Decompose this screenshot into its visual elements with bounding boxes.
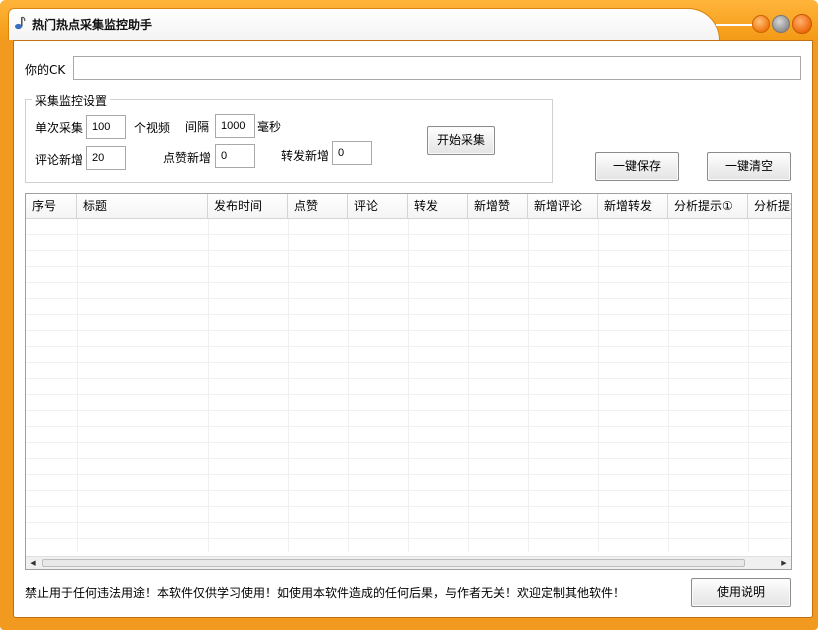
table-header: 序号 标题 发布时间 点赞 评论 转发 新增赞 新增评论 新增转发 分析提示① … <box>26 194 791 219</box>
data-table[interactable]: 序号 标题 发布时间 点赞 评论 转发 新增赞 新增评论 新增转发 分析提示① … <box>25 193 792 570</box>
grid-line <box>408 219 409 552</box>
minimize-icon[interactable] <box>752 15 770 33</box>
column-header-analysis-hint-1[interactable]: 分析提示① <box>668 194 748 219</box>
help-button[interactable]: 使用说明 <box>691 578 791 607</box>
column-header-new-comments[interactable]: 新增评论 <box>528 194 598 219</box>
grid-line <box>528 219 529 552</box>
column-header-new-likes[interactable]: 新增赞 <box>468 194 528 219</box>
settings-group-title: 采集监控设置 <box>32 92 111 109</box>
video-unit-label: 个视频 <box>134 121 171 135</box>
grid-line <box>668 219 669 552</box>
single-collect-input[interactable]: 100 <box>86 115 126 139</box>
comment-new-input[interactable]: 20 <box>86 146 126 170</box>
title-bar[interactable]: 热门热点采集监控助手 <box>0 0 818 40</box>
column-header-analysis-hint-2[interactable]: 分析提示 <box>748 194 791 219</box>
like-new-label: 点赞新增 <box>163 151 212 165</box>
column-header-likes[interactable]: 点赞 <box>288 194 348 219</box>
app-icon <box>15 16 26 30</box>
column-header-title[interactable]: 标题 <box>77 194 208 219</box>
scrollbar-thumb[interactable] <box>42 559 745 567</box>
ck-input[interactable] <box>73 56 801 80</box>
single-collect-label: 单次采集 <box>35 121 84 135</box>
grid-line <box>348 219 349 552</box>
close-icon[interactable] <box>792 14 812 34</box>
share-new-label: 转发新增 <box>281 149 330 163</box>
grid-line <box>598 219 599 552</box>
grid-line <box>468 219 469 552</box>
grid-line <box>288 219 289 552</box>
column-header-comments[interactable]: 评论 <box>348 194 408 219</box>
interval-unit-label: 毫秒 <box>257 120 282 134</box>
share-new-input[interactable]: 0 <box>332 141 372 165</box>
start-collect-button[interactable]: 开始采集 <box>427 126 495 155</box>
column-header-index[interactable]: 序号 <box>26 194 77 219</box>
comment-new-label: 评论新增 <box>35 153 84 167</box>
maximize-icon[interactable] <box>772 15 790 33</box>
horizontal-scrollbar[interactable]: ◀ ▶ <box>26 556 791 569</box>
scroll-right-icon[interactable]: ▶ <box>779 559 789 568</box>
column-header-publish-time[interactable]: 发布时间 <box>208 194 288 219</box>
table-body[interactable] <box>26 219 791 552</box>
like-new-input[interactable]: 0 <box>215 144 255 168</box>
column-header-shares[interactable]: 转发 <box>408 194 468 219</box>
ck-label: 你的CK <box>25 63 66 77</box>
window-title: 热门热点采集监控助手 <box>32 18 153 32</box>
save-all-button[interactable]: 一键保存 <box>595 152 679 181</box>
interval-label: 间隔 <box>185 120 210 134</box>
grid-line <box>208 219 209 552</box>
title-decoration <box>716 24 756 26</box>
scroll-left-icon[interactable]: ◀ <box>28 559 38 568</box>
grid-line <box>748 219 749 552</box>
column-header-new-shares[interactable]: 新增转发 <box>598 194 668 219</box>
clear-all-button[interactable]: 一键清空 <box>707 152 791 181</box>
disclaimer-text: 禁止用于任何违法用途！本软件仅供学习使用！如使用本软件造成的任何后果，与作者无关… <box>25 586 626 600</box>
grid-line <box>77 219 78 552</box>
interval-input[interactable]: 1000 <box>215 114 255 138</box>
